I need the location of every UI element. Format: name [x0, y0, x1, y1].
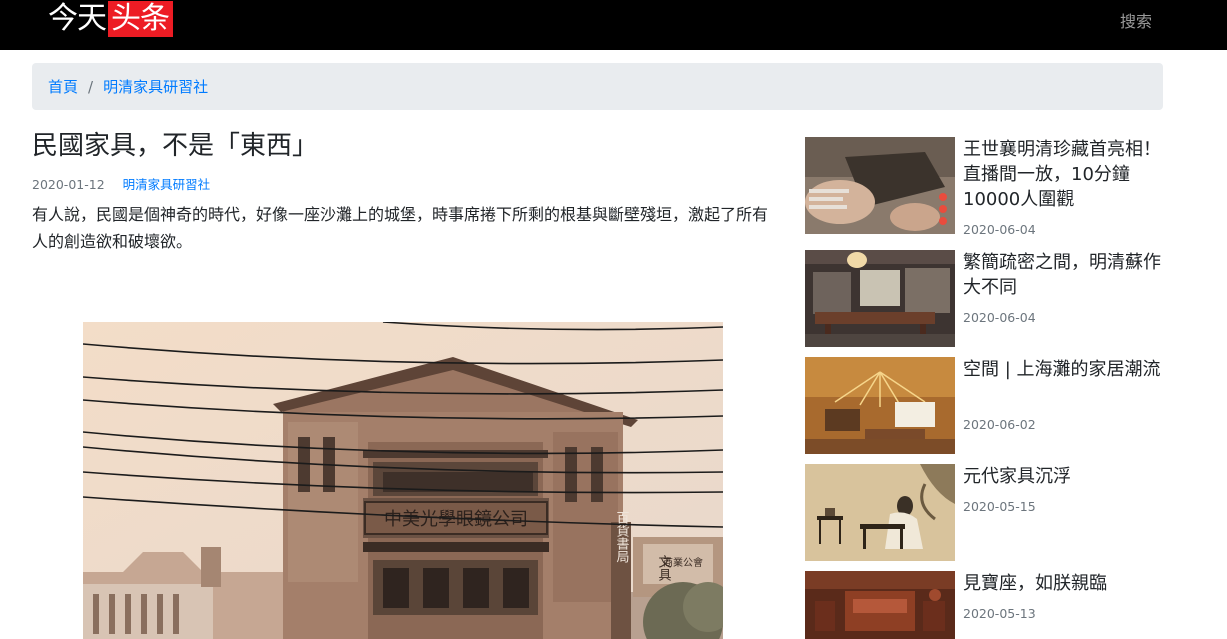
logo-text-part2: 头条 [108, 1, 173, 37]
breadcrumb-home-link[interactable]: 首頁 [48, 76, 78, 97]
related-article-1[interactable]: 王世襄明清珍藏首亮相！直播間一放，10分鐘10000人圍觀 2020-06-04 [805, 137, 1165, 237]
related-article-2[interactable]: 繁簡疏密之間，明清蘇作大不同 2020-06-04 [805, 250, 1165, 350]
related-article-4[interactable]: 元代家具沉浮 2020-05-15 [805, 464, 1165, 564]
related-article-thumbnail[interactable] [805, 137, 955, 234]
article-title: 民國家具，不是「東西」 [32, 131, 319, 161]
related-article-title[interactable]: 繁簡疏密之間，明清蘇作大不同 [963, 250, 1163, 300]
related-article-title[interactable]: 見寶座，如朕親臨 [963, 571, 1163, 596]
related-article-date: 2020-05-13 [963, 606, 1036, 621]
related-article-date: 2020-05-15 [963, 499, 1036, 514]
article-photo: 中美光學眼鏡公司 百貨書局 文具 商業公會 [83, 322, 723, 639]
side-sign-text: 百貨書局 [614, 511, 630, 563]
search-link[interactable]: 搜索 [1120, 8, 1152, 32]
related-article-date: 2020-06-02 [963, 417, 1036, 432]
related-article-date: 2020-06-04 [963, 222, 1036, 237]
article-meta: 2020-01-12 明清家具研習社 [32, 174, 772, 193]
related-article-title[interactable]: 空間 | 上海灘的家居潮流 [963, 357, 1163, 382]
related-article-title[interactable]: 王世襄明清珍藏首亮相！直播間一放，10分鐘10000人圍觀 [963, 137, 1163, 212]
site-logo[interactable]: 今天 头条 [48, 1, 173, 37]
breadcrumb-category-link[interactable]: 明清家具研習社 [103, 76, 208, 97]
logo-text-part1: 今天 [48, 1, 107, 36]
article: 民國家具，不是「東西」 2020-01-12 明清家具研習社 有人說，民國是個神… [32, 128, 772, 255]
related-article-date: 2020-06-04 [963, 310, 1036, 325]
related-article-thumbnail[interactable] [805, 250, 955, 347]
related-article-3[interactable]: 空間 | 上海灘的家居潮流 2020-06-02 [805, 357, 1165, 457]
article-date: 2020-01-12 [32, 177, 105, 192]
top-navbar: 今天 头条 搜索 [0, 0, 1227, 50]
related-article-thumbnail[interactable] [805, 357, 955, 454]
related-article-title[interactable]: 元代家具沉浮 [963, 464, 1163, 489]
related-article-thumbnail[interactable] [805, 464, 955, 561]
breadcrumb-separator: / [88, 77, 94, 96]
article-lead: 有人說，民國是個神奇的時代，好像一座沙灘上的城堡，時事席捲下所剩的根基與斷壁殘垣… [32, 205, 769, 251]
breadcrumb: 首頁 / 明清家具研習社 [32, 63, 1163, 110]
related-article-5[interactable]: 見寶座，如朕親臨 2020-05-13 [805, 571, 1165, 639]
shop-sign-text: 商業公會 [663, 556, 703, 569]
related-article-thumbnail[interactable] [805, 571, 955, 639]
article-category-link[interactable]: 明清家具研習社 [123, 177, 211, 192]
building-sign-text: 中美光學眼鏡公司 [384, 509, 528, 530]
